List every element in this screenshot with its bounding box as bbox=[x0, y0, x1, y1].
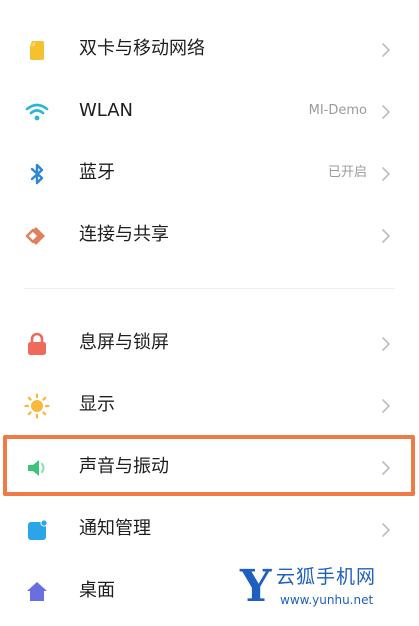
settings-item-lock-screen[interactable]: 息屏与锁屏 bbox=[0, 312, 419, 374]
settings-item-notifications[interactable]: 通知管理 bbox=[0, 498, 419, 560]
bluetooth-icon bbox=[30, 163, 44, 185]
watermark-logo: Y 云狐手机网 www.yunhu.net bbox=[240, 562, 415, 616]
chevron-right-icon bbox=[382, 399, 390, 413]
settings-item-label: 息屏与锁屏 bbox=[79, 332, 169, 353]
sun-icon bbox=[24, 393, 50, 419]
settings-item-label: WLAN bbox=[79, 100, 134, 121]
chevron-right-icon bbox=[382, 167, 390, 181]
settings-item-label: 通知管理 bbox=[79, 518, 151, 539]
chevron-right-icon bbox=[382, 105, 390, 119]
settings-item-display[interactable]: 显示 bbox=[0, 374, 419, 436]
chevron-right-icon bbox=[382, 43, 390, 57]
watermark-letter: Y bbox=[240, 561, 272, 612]
settings-item-label: 连接与共享 bbox=[79, 224, 169, 245]
settings-item-sound-vibration[interactable]: 声音与振动 bbox=[0, 436, 419, 498]
connection-share-icon bbox=[25, 227, 45, 245]
watermark-url: www.yunhu.net bbox=[280, 593, 374, 607]
settings-item-label: 双卡与移动网络 bbox=[79, 38, 205, 59]
chevron-right-icon bbox=[382, 337, 390, 351]
wlan-network-name: MI-Demo bbox=[308, 103, 367, 118]
watermark-text: 云狐手机网 bbox=[276, 566, 377, 588]
settings-item-label: 声音与振动 bbox=[79, 456, 169, 477]
settings-item-label: 显示 bbox=[79, 394, 115, 415]
settings-item-wlan[interactable]: WLAN MI-Demo bbox=[0, 80, 419, 142]
chevron-right-icon bbox=[382, 523, 390, 537]
notification-icon bbox=[28, 519, 48, 540]
home-icon bbox=[27, 582, 47, 601]
settings-item-dual-sim[interactable]: 双卡与移动网络 bbox=[0, 18, 419, 80]
chevron-right-icon bbox=[382, 461, 390, 475]
settings-item-label: 蓝牙 bbox=[79, 162, 115, 183]
settings-item-connection-sharing[interactable]: 连接与共享 bbox=[0, 204, 419, 266]
speaker-icon bbox=[28, 460, 45, 476]
sim-card-icon bbox=[30, 41, 44, 60]
settings-item-label: 桌面 bbox=[79, 580, 115, 601]
section-divider bbox=[24, 288, 395, 289]
bluetooth-status: 已开启 bbox=[327, 165, 367, 180]
chevron-right-icon bbox=[382, 229, 390, 243]
settings-item-bluetooth[interactable]: 蓝牙 已开启 bbox=[0, 142, 419, 204]
lock-icon bbox=[28, 332, 46, 355]
wifi-icon bbox=[25, 103, 49, 121]
